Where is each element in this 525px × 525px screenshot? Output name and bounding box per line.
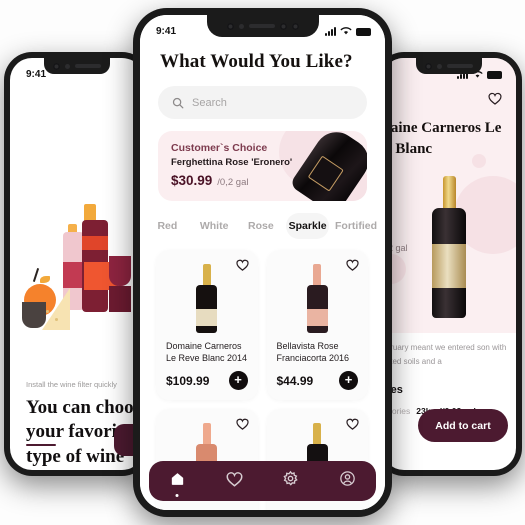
- center-phone-mockup: 9:41 What Would You Like? Search Custome…: [133, 8, 392, 517]
- illustration-leaf: [40, 276, 50, 283]
- favorite-heart-icon[interactable]: [346, 417, 359, 435]
- bottle-neck: [313, 423, 322, 445]
- mockup-stage: 9:41 Install the wine filter quickly You…: [0, 0, 525, 525]
- right-phone-mockup: Domaine Carneros Le Reve Blanc /0,2 gal …: [376, 52, 522, 476]
- promo-volume: /0,2 gal: [217, 177, 249, 188]
- product-title: Domaine Carneros Le Reve Blanc: [382, 120, 502, 158]
- filter-chip-sparkle[interactable]: Sparkle: [286, 213, 329, 239]
- favorite-heart-icon[interactable]: [488, 92, 502, 110]
- product-price: $44.99: [276, 373, 314, 388]
- tab-favorites[interactable]: [226, 471, 243, 492]
- illustration-fruit-stem: [32, 268, 40, 282]
- center-status-time: 9:41: [156, 25, 177, 37]
- left-accent-underline: [26, 444, 56, 446]
- bottle-body: [432, 208, 466, 318]
- promo-price: $30.99: [171, 173, 213, 188]
- filter-chip-fortified[interactable]: Fortified: [333, 213, 379, 239]
- left-caption: Install the wine filter quickly: [26, 380, 117, 389]
- add-to-cart-button[interactable]: +: [228, 371, 248, 390]
- illustration-label-pink: [63, 262, 84, 288]
- product-name: Domaine Carneros Le Reve Blanc 2014: [166, 341, 248, 364]
- ambient-sensor-icon: [291, 22, 299, 30]
- illustration-label-band: [82, 236, 108, 250]
- center-phone-notch: [206, 15, 319, 37]
- product-price: $109.99: [166, 373, 210, 388]
- add-to-cart-button[interactable]: +: [339, 371, 358, 390]
- illustration-glass: [109, 256, 131, 286]
- right-phone-screen: Domaine Carneros Le Reve Blanc /0,2 gal …: [382, 58, 516, 470]
- battery-icon: [356, 28, 371, 36]
- illustration-glass-stem: [109, 286, 131, 312]
- hero-divider: [382, 333, 516, 334]
- illustration-cheese-hole: [46, 310, 49, 313]
- bottle-neck: [202, 264, 211, 286]
- product-card[interactable]: Domaine Carneros Le Reve Blanc 2014 $109…: [156, 250, 258, 400]
- bottle-neck: [442, 176, 456, 210]
- customers-choice-card[interactable]: Customer`s Choice Ferghettina Rose 'Eron…: [158, 131, 367, 201]
- center-phone-screen: 9:41 What Would You Like? Search Custome…: [140, 15, 385, 510]
- page-title: What Would You Like?: [160, 51, 353, 72]
- illustration-cheese-hole: [55, 318, 58, 321]
- cellular-bars-icon: [325, 27, 336, 36]
- bottle-label: [306, 309, 328, 326]
- search-placeholder: Search: [192, 96, 227, 109]
- product-card[interactable]: Bellavista Rose Franciacorta 2016 $44.99…: [266, 250, 368, 400]
- earpiece-speaker-icon: [75, 64, 101, 68]
- search-icon: [172, 97, 184, 108]
- front-camera-icon: [53, 62, 60, 70]
- front-camera-icon: [226, 22, 234, 30]
- center-content: What Would You Like? Search Customer`s C…: [140, 15, 385, 510]
- tab-profile[interactable]: [339, 470, 356, 492]
- favorite-heart-icon[interactable]: [235, 417, 249, 435]
- right-phone-notch: [416, 58, 482, 74]
- wine-type-filters: Red White Rose Sparkle Fortified: [140, 201, 385, 239]
- earpiece-speaker-icon: [447, 64, 473, 68]
- search-input[interactable]: Search: [158, 86, 367, 119]
- battery-icon: [487, 70, 502, 79]
- left-phone-mockup: 9:41 Install the wine filter quickly You…: [4, 52, 150, 476]
- bottle-neck: [202, 423, 211, 445]
- bottle-label: [196, 309, 218, 326]
- front-camera-icon: [425, 62, 432, 70]
- tab-home[interactable]: [169, 470, 186, 492]
- favorite-heart-icon[interactable]: [235, 258, 249, 276]
- filter-chip-white[interactable]: White: [193, 213, 236, 239]
- favorite-heart-icon[interactable]: [346, 258, 359, 276]
- sensor-icon: [238, 23, 244, 29]
- product-description: in February meant we entered son with sa…: [382, 343, 507, 366]
- filter-chip-red[interactable]: Red: [146, 213, 189, 239]
- filter-chip-rose[interactable]: Rose: [240, 213, 283, 239]
- bottom-navigation: [149, 461, 376, 501]
- product-name: Bellavista Rose Franciacorta 2016: [276, 341, 350, 364]
- proximity-sensor-icon: [279, 22, 287, 30]
- wifi-icon: [340, 27, 352, 35]
- add-to-cart-button[interactable]: Add to cart: [418, 409, 508, 442]
- sensor-icon: [65, 63, 70, 69]
- bottle-neck: [313, 264, 322, 286]
- tab-settings[interactable]: [282, 470, 299, 492]
- sensor-icon: [437, 63, 442, 69]
- product-bottle-image: [432, 176, 466, 318]
- bottle-label: [432, 244, 466, 288]
- illustration-cheese-dark: [22, 302, 46, 328]
- wine-illustration: [10, 204, 144, 371]
- promo-bottle-label: [307, 155, 344, 192]
- left-phone-screen: 9:41 Install the wine filter quickly You…: [10, 58, 144, 470]
- earpiece-speaker-icon: [248, 24, 275, 28]
- left-phone-notch: [44, 58, 110, 74]
- left-status-time: 9:41: [26, 68, 47, 80]
